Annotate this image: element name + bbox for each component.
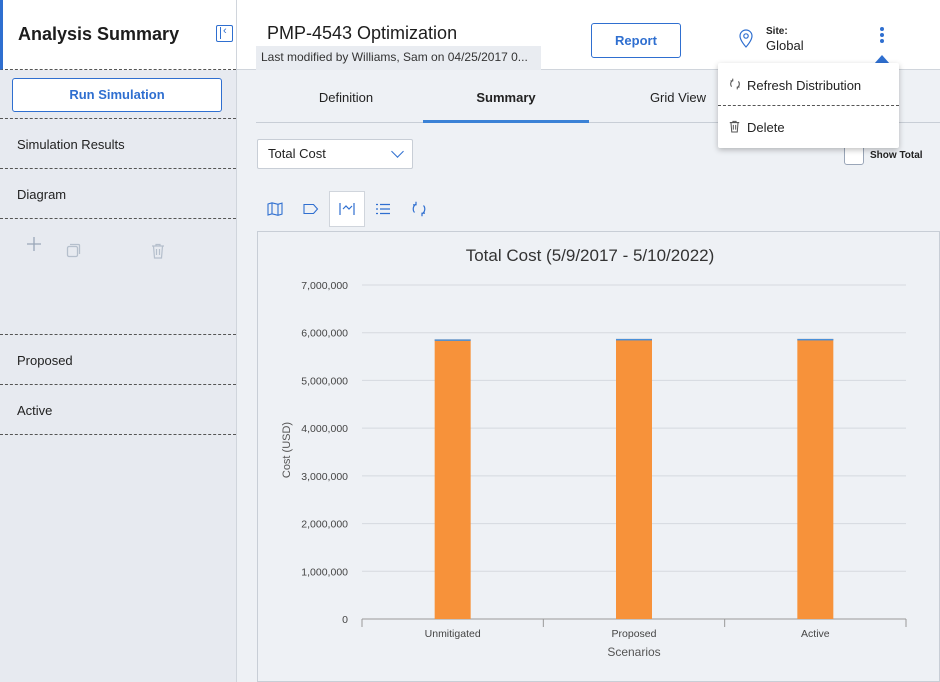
tab-summary[interactable]: Summary [423,71,589,123]
run-simulation-section: Run Simulation [0,70,236,119]
bar-chart-icon[interactable] [329,191,365,227]
chevron-down-icon [391,145,404,158]
sidebar-item-label: Simulation Results [17,137,125,152]
y-tick-label: 6,000,000 [301,328,348,340]
tab-grid-view[interactable]: Grid View [626,71,730,123]
metric-dropdown-value: Total Cost [268,146,326,161]
sidebar: Analysis Summary ‹ Run Simulation Simula… [0,0,237,682]
bar-cap [616,338,652,341]
y-axis-label: Cost (USD) [281,422,293,478]
sidebar-item-label: Active [17,403,53,418]
y-tick-label: 2,000,000 [301,519,348,531]
trash-icon [729,120,740,133]
sidebar-item-simulation-results[interactable]: Simulation Results [0,119,236,169]
y-tick-label: 3,000,000 [301,471,348,483]
copy-icon[interactable] [66,243,81,258]
run-simulation-button[interactable]: Run Simulation [12,78,222,112]
y-tick-label: 1,000,000 [301,566,348,578]
metric-dropdown[interactable]: Total Cost [257,139,413,169]
sidebar-item-label: Proposed [17,353,73,368]
list-icon[interactable] [365,191,401,227]
x-axis-label: Scenarios [607,645,660,659]
chart-title: Total Cost (5/9/2017 - 5/10/2022) [466,246,715,265]
tab-definition[interactable]: Definition [294,71,398,123]
tag-icon[interactable] [293,191,329,227]
last-modified-text: Last modified by Williams, Sam on 04/25/… [261,50,528,64]
trash-icon[interactable] [151,243,165,259]
page-header: PMP-4543 Optimization Last modified by W… [237,0,940,70]
site-value[interactable]: Global [766,38,804,53]
menu-item-label: Refresh Distribution [747,78,862,93]
sidebar-item-proposed[interactable]: Proposed [0,335,236,385]
show-total-label: Show Total [870,150,923,161]
x-tick-label: Active [801,628,830,640]
y-tick-label: 0 [342,614,348,626]
refresh-icon[interactable] [401,191,437,227]
menu-item-refresh-distribution[interactable]: Refresh Distribution [718,65,899,105]
y-tick-label: 5,000,000 [301,375,348,387]
page-title: PMP-4543 Optimization [267,23,458,43]
menu-item-label: Delete [747,120,785,135]
bar[interactable] [616,338,652,619]
bar-cap [434,339,471,341]
chart-panel: Total Cost (5/9/2017 - 5/10/2022) 0 1,000… [257,231,940,682]
sidebar-item-label: Diagram [17,187,67,202]
show-total-checkbox[interactable] [844,145,864,165]
more-options-icon[interactable] [880,27,886,43]
x-tick-label: Proposed [612,628,657,640]
sidebar-item-diagram[interactable]: Diagram [0,169,236,219]
y-tick-label: 7,000,000 [301,280,348,292]
bar[interactable] [434,339,471,619]
plus-icon[interactable] [26,236,42,252]
collapse-sidebar-icon[interactable]: ‹ [216,25,233,42]
scenario-toolbar [0,219,236,335]
sidebar-title: Analysis Summary [18,24,180,44]
sidebar-item-active[interactable]: Active [0,385,236,435]
more-options-menu: Refresh Distribution Delete [718,63,899,148]
map-view-icon[interactable] [257,191,293,227]
refresh-icon [730,78,740,90]
y-tick-label: 4,000,000 [301,423,348,435]
location-pin-icon [739,29,753,48]
sidebar-header: Analysis Summary ‹ [0,0,236,70]
x-tick-label: Unmitigated [425,628,481,640]
bar[interactable] [797,338,834,619]
site-label: Site: [766,26,788,37]
menu-divider [718,105,899,106]
bar-cap [797,338,834,341]
menu-item-delete[interactable]: Delete [718,107,899,147]
total-cost-chart: Total Cost (5/9/2017 - 5/10/2022) 0 1,000… [281,246,907,659]
report-button[interactable]: Report [591,23,681,58]
